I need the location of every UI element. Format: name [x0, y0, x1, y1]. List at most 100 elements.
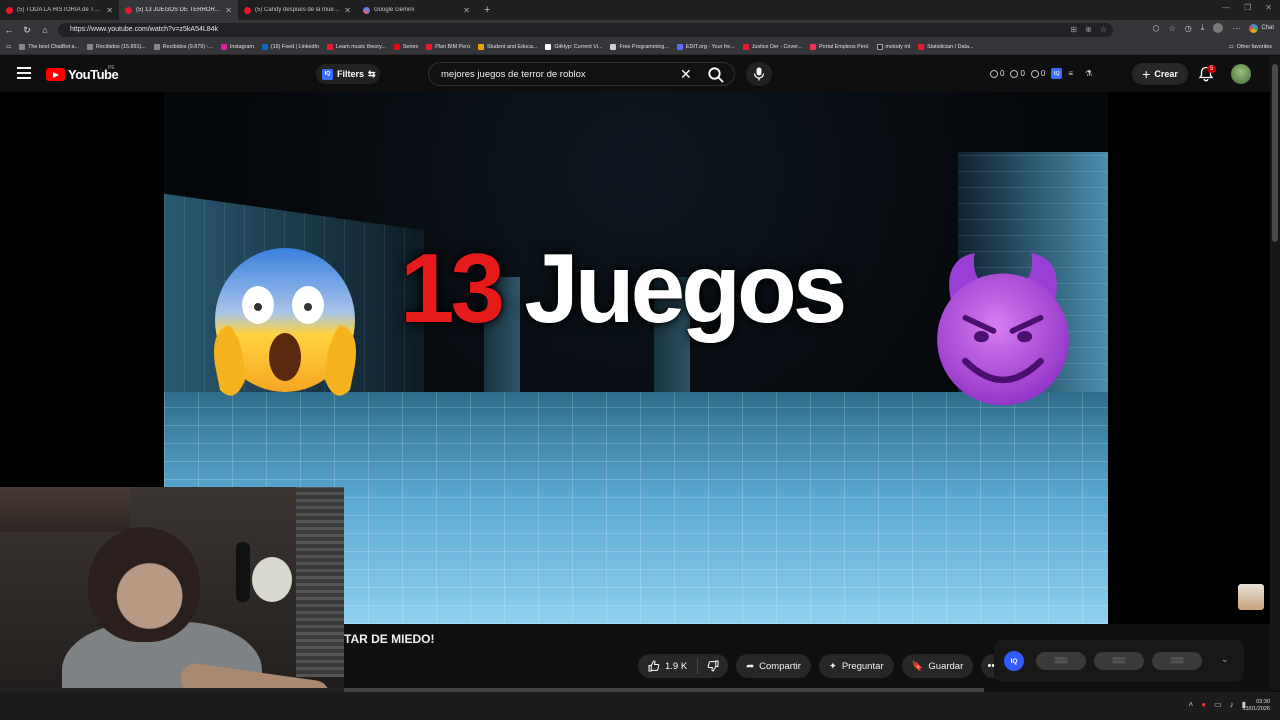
- share-label: Compartir: [759, 660, 801, 672]
- flask-icon[interactable]: ⚗: [1085, 69, 1092, 78]
- scrollbar-thumb[interactable]: [1272, 64, 1278, 242]
- list-icon[interactable]: ≡: [1068, 69, 1073, 78]
- bookmark-item[interactable]: Plan BIM Perú: [426, 44, 470, 50]
- tab-title: Google Gemini: [374, 7, 415, 13]
- series-icon: [393, 44, 400, 50]
- display-icon[interactable]: ▭: [1214, 700, 1222, 709]
- sidebar-toggle-icon[interactable]: ▭: [6, 44, 11, 50]
- bookmark-item[interactable]: Justice Der - Cover...: [742, 44, 802, 50]
- extension-icon[interactable]: ⬡: [1153, 24, 1160, 33]
- screaming-face-emoji-icon: [214, 248, 356, 396]
- thumbnail-title-text: 13 Juegos: [400, 232, 847, 345]
- bookmark-item[interactable]: Recibidos (9.879) -...: [153, 44, 213, 50]
- tab-close-icon[interactable]: ✕: [106, 6, 113, 15]
- window-close-icon[interactable]: ✕: [1265, 3, 1272, 12]
- url-field[interactable]: https://www.youtube.com/watch?v=z5kA54L8…: [58, 23, 1113, 37]
- like-dislike-group: 1.9 K: [638, 654, 729, 678]
- bookmark-item[interactable]: The best ChatBot a...: [19, 44, 79, 50]
- bookmark-item[interactable]: Instagram: [220, 44, 254, 50]
- bookmark-item[interactable]: Student and Educa...: [477, 44, 537, 50]
- bookmark-item[interactable]: Portal Empleos Perú: [810, 44, 869, 50]
- new-tab-icon[interactable]: +: [484, 4, 490, 16]
- search-input[interactable]: mejores juegos de terror de roblox: [441, 69, 586, 80]
- search-icon[interactable]: [707, 66, 725, 84]
- maximize-icon[interactable]: ❐: [1244, 3, 1251, 12]
- github-icon: [545, 44, 552, 50]
- create-button[interactable]: + Crear: [1132, 63, 1188, 85]
- webcam-plush-toy: [252, 557, 292, 602]
- search-box[interactable]: mejores juegos de terror de roblox ✕: [428, 62, 735, 86]
- reload-icon[interactable]: ↻: [18, 25, 36, 36]
- blurred-chip[interactable]: ▒▒▒: [1036, 652, 1086, 670]
- bookmark-item[interactable]: GitHyp: Current Vi...: [545, 44, 602, 50]
- save-button[interactable]: 🔖 Guardar: [901, 654, 974, 678]
- bookmark-item[interactable]: (16) Feed | LinkedIn: [261, 44, 319, 50]
- bookmark-item[interactable]: Recibidos (15.891)...: [87, 44, 146, 50]
- youtube-favicon-icon: [426, 44, 433, 50]
- clear-search-icon[interactable]: ✕: [680, 66, 692, 83]
- like-button[interactable]: 1.9 K: [638, 658, 699, 674]
- favorites-icon[interactable]: ☆: [1169, 24, 1176, 33]
- more-menu-icon[interactable]: ⋯: [1232, 24, 1240, 33]
- back-icon[interactable]: ←: [0, 25, 18, 35]
- apps-icon[interactable]: ⊞: [1070, 23, 1077, 37]
- microphone-icon: [753, 67, 765, 81]
- system-clock[interactable]: 03:30 13/01/2026: [1242, 699, 1270, 713]
- star-icon[interactable]: ☆: [1100, 23, 1107, 37]
- browser-tab-2[interactable]: (5) 13 JUEGOS DE TERROR EN RO ✕: [119, 0, 238, 20]
- blurred-chip[interactable]: ▒▒▒: [1152, 652, 1202, 670]
- blurred-chip[interactable]: ▒▒▒: [1094, 652, 1144, 670]
- home-icon[interactable]: ⌂: [36, 25, 54, 35]
- other-favorites[interactable]: ▭ Other favorites: [1229, 44, 1272, 50]
- counter-item[interactable]: 0: [1010, 69, 1025, 78]
- bookmark-icon: [477, 44, 484, 50]
- bookmark-item[interactable]: EDIT.org - Your fre...: [676, 44, 735, 50]
- url-text: https://www.youtube.com/watch?v=z5kA54L8…: [70, 26, 219, 33]
- browser-toolbar-right: ⬡ ☆ ◷ ⤓ ⋯ Chat: [1153, 23, 1274, 33]
- channel-thumbnail[interactable]: [1238, 584, 1264, 610]
- history-icon[interactable]: ◷: [1185, 24, 1192, 33]
- dislike-button[interactable]: [698, 660, 728, 672]
- chevron-up-icon[interactable]: ˄: [1189, 700, 1194, 709]
- browser-tab-3[interactable]: (5) Candy despues de la muerte d ✕: [238, 0, 357, 20]
- voice-search-button[interactable]: [746, 62, 772, 86]
- share-button[interactable]: ➦ Compartir: [736, 654, 811, 678]
- chevron-down-icon[interactable]: ⌄: [1221, 654, 1229, 665]
- account-avatar[interactable]: [1231, 64, 1251, 84]
- tab-title: (5) Candy despues de la muerte d: [255, 7, 342, 13]
- thumbnail-number: 13: [400, 233, 505, 343]
- counter-item[interactable]: 0: [990, 69, 1004, 78]
- chat-button[interactable]: Chat: [1249, 23, 1274, 33]
- volume-icon[interactable]: ♪: [1230, 700, 1234, 709]
- profile-avatar[interactable]: [1213, 23, 1224, 33]
- iq-icon[interactable]: IQ: [1004, 651, 1024, 671]
- iq-side-panel: IQ ▒▒▒ ▒▒▒ ▒▒▒ ⌄: [994, 640, 1244, 682]
- browser-tab-4[interactable]: Google Gemini ✕: [357, 0, 476, 20]
- youtube-favicon-icon: [125, 6, 132, 14]
- bookmark-item[interactable]: Statistician / Data...: [918, 44, 974, 50]
- system-tray: ˄ ● ▭ ♪ ▮: [1189, 700, 1246, 709]
- ask-button[interactable]: ✦ Preguntar: [818, 654, 894, 678]
- hamburger-menu-icon[interactable]: [17, 67, 31, 79]
- download-icon[interactable]: ⤓: [1201, 23, 1205, 33]
- url-actions: ⊞ ⊕ ☆: [1070, 23, 1107, 37]
- zoom-icon[interactable]: ⊕: [1085, 23, 1092, 37]
- bookmark-icon: [676, 44, 683, 50]
- microphone-tray-icon[interactable]: ●: [1201, 700, 1206, 709]
- minimize-icon[interactable]: —: [1222, 3, 1230, 12]
- bookmark-item[interactable]: Free Programming...: [610, 44, 669, 50]
- filters-button[interactable]: IQ Filters ⇆: [316, 64, 380, 84]
- bookmark-item[interactable]: Learn music theory...: [326, 44, 386, 50]
- tab-close-icon[interactable]: ✕: [225, 6, 232, 15]
- browser-tab-1[interactable]: (5) TODA LA HISTORIA de TRALAL ✕: [0, 0, 119, 20]
- iq-icon[interactable]: IQ: [1051, 68, 1063, 79]
- gmail-icon: [153, 44, 160, 50]
- counter-item[interactable]: 0: [1030, 69, 1045, 78]
- youtube-favicon-icon: [742, 44, 749, 50]
- tab-close-icon[interactable]: ✕: [344, 6, 351, 15]
- bookmark-item[interactable]: Series: [393, 44, 418, 50]
- bookmark-item[interactable]: melody ml: [876, 44, 910, 50]
- tab-close-icon[interactable]: ✕: [463, 6, 470, 15]
- clock-icon: [990, 69, 998, 78]
- page-scrollbar[interactable]: [1270, 56, 1280, 690]
